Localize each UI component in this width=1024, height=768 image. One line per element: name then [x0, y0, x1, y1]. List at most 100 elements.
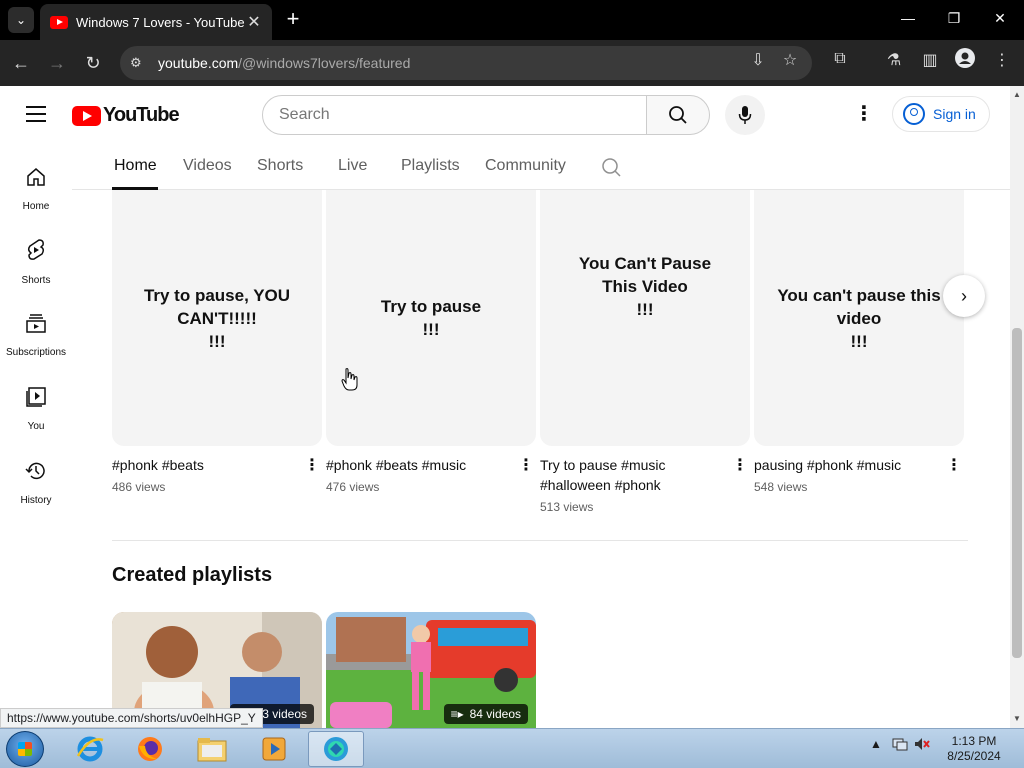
youtube-play-icon [72, 105, 101, 126]
address-bar[interactable]: ⚙ youtube.com/@windows7lovers/featured [120, 46, 812, 80]
channel-search-icon[interactable] [600, 156, 622, 183]
firefox-icon[interactable] [122, 731, 178, 767]
rail-item-history[interactable]: History [0, 460, 72, 508]
scrollbar-thumb[interactable] [1012, 328, 1022, 658]
tab-search-button[interactable]: ⌄ [8, 7, 34, 33]
rail-item-home[interactable]: Home [0, 166, 72, 214]
window-restore-button[interactable]: ❐ [944, 10, 964, 27]
thumb-text-line: You can't pause this [777, 285, 941, 305]
short-thumbnail[interactable]: You Can't Pause This Video!!! [540, 190, 750, 446]
short-menu-icon[interactable]: ⋮ [946, 458, 962, 474]
taskbar-clock[interactable]: 1:13 PM 8/25/2024 [938, 734, 1010, 764]
scroll-down-icon[interactable]: ▼ [1012, 714, 1022, 723]
window-close-button[interactable]: ✕ [990, 10, 1010, 27]
playlist-thumbnail[interactable]: ≡▸ 84 videos [326, 612, 536, 730]
reload-icon[interactable]: ↻ [82, 52, 104, 74]
playlist-count-label: 23 videos [255, 707, 307, 721]
thumb-text-line: CAN'T!!!!! [177, 308, 257, 328]
youtube-logo[interactable]: YouTube [72, 104, 180, 127]
guide-menu-icon[interactable] [26, 106, 46, 122]
url-path: /@windows7lovers/featured [238, 55, 411, 71]
tab-videos[interactable]: Videos [183, 157, 232, 175]
volume-muted-icon[interactable] [914, 737, 930, 754]
microphone-icon [738, 106, 752, 124]
browser-toolbar: ← → ↻ ⚙ youtube.com/@windows7lovers/feat… [0, 40, 1024, 86]
rail-item-subscriptions[interactable]: Subscriptions [0, 312, 72, 360]
subscriptions-icon [26, 314, 46, 333]
tab-home[interactable]: Home [114, 157, 157, 175]
short-thumbnail[interactable]: Try to pause, YOU CAN'T!!!!!!!! [112, 190, 322, 446]
active-app-icon[interactable] [308, 731, 364, 767]
window-minimize-button[interactable]: — [898, 10, 918, 26]
short-menu-icon[interactable]: ⋮ [732, 458, 748, 474]
internet-explorer-icon[interactable] [62, 731, 118, 767]
thumb-text-line: !!! [208, 331, 226, 351]
scroll-up-icon[interactable]: ▲ [1012, 90, 1022, 99]
chevron-right-icon: › [961, 285, 967, 306]
tab-shorts[interactable]: Shorts [257, 157, 303, 175]
back-arrow-icon[interactable]: ← [10, 52, 32, 74]
hand-pointer-cursor-icon [341, 368, 359, 397]
install-app-icon[interactable]: ⇩ [748, 50, 768, 70]
sign-in-label: Sign in [933, 106, 976, 122]
short-title[interactable]: Try to pause #music #halloween #phonk [540, 455, 700, 495]
voice-search-button[interactable] [725, 95, 765, 135]
short-views: 476 views [326, 480, 380, 494]
short-title[interactable]: #phonk #beats #music [326, 455, 506, 475]
home-icon [27, 168, 45, 186]
rail-item-shorts[interactable]: Shorts [0, 238, 72, 288]
start-button[interactable] [6, 731, 44, 767]
browser-menu-icon[interactable]: ⋮ [992, 50, 1012, 70]
forward-arrow-icon[interactable]: → [46, 52, 68, 74]
short-title[interactable]: #phonk #beats [112, 455, 292, 475]
tray-overflow-icon[interactable]: ▲ [870, 737, 882, 751]
thumb-text-line: video [836, 308, 882, 328]
playlist-icon: ≡▸ [450, 707, 464, 721]
search-button[interactable] [646, 95, 710, 135]
tab-close-icon[interactable]: ✕ [246, 12, 262, 32]
url-host: youtube.com [158, 55, 239, 71]
labs-flask-icon[interactable]: ⚗ [884, 50, 904, 70]
windows-taskbar: ▲ 1:13 PM 8/25/2024 [0, 728, 1024, 768]
youtube-logo-text: YouTube [103, 104, 180, 126]
sign-in-button[interactable]: Sign in [892, 96, 990, 132]
new-tab-button[interactable]: + [282, 8, 304, 30]
shelf-next-button[interactable]: › [943, 275, 985, 317]
short-title[interactable]: pausing #phonk #music [754, 455, 934, 475]
section-title: Created playlists [112, 564, 273, 586]
site-info-icon[interactable]: ⚙ [130, 55, 150, 71]
short-thumbnail[interactable]: You can't pause this video!!! [754, 190, 964, 446]
bookmark-star-icon[interactable]: ☆ [780, 50, 800, 70]
search-icon [669, 106, 687, 124]
thumb-text-line: Try to pause [380, 297, 482, 316]
search-input[interactable]: Search [262, 95, 648, 135]
thumb-text-line: You Can't Pause [578, 254, 712, 273]
settings-more-icon[interactable]: ⋮ [852, 104, 876, 124]
page-scrollbar[interactable]: ▲ ▼ [1010, 86, 1024, 728]
thumb-text-line: Try to pause, YOU [143, 285, 291, 305]
side-panel-icon[interactable]: ▥ [920, 50, 940, 70]
browser-tab-bar: ⌄ Windows 7 Lovers - YouTube ✕ + — ❐ ✕ [0, 0, 1024, 40]
rail-label-you: You [27, 421, 45, 432]
browser-tab-active[interactable]: Windows 7 Lovers - YouTube ✕ [40, 4, 272, 40]
tab-community[interactable]: Community [485, 157, 566, 175]
short-views: 548 views [754, 480, 808, 494]
tab-live[interactable]: Live [338, 157, 367, 175]
network-icon[interactable] [892, 737, 908, 754]
playlist-video-count: ≡▸ 84 videos [443, 704, 528, 724]
media-player-icon[interactable] [246, 731, 302, 767]
short-menu-icon[interactable]: ⋮ [304, 458, 320, 474]
tab-playlists[interactable]: Playlists [401, 157, 460, 175]
profile-icon[interactable] [955, 48, 975, 73]
rail-label-shorts: Shorts [21, 275, 51, 286]
youtube-favicon-icon [50, 15, 68, 29]
rail-label-history: History [20, 495, 52, 506]
short-thumbnail[interactable]: Try to pause!!! [326, 190, 536, 446]
rail-label-subscriptions: Subscriptions [5, 347, 67, 358]
short-menu-icon[interactable]: ⋮ [518, 458, 534, 474]
history-icon [25, 462, 45, 480]
file-explorer-icon[interactable] [184, 731, 240, 767]
rail-item-you[interactable]: You [0, 386, 72, 434]
youtube-masthead: YouTube Search ⋮ Sign in [0, 86, 1010, 144]
extensions-icon[interactable]: ⧉ [830, 50, 850, 68]
